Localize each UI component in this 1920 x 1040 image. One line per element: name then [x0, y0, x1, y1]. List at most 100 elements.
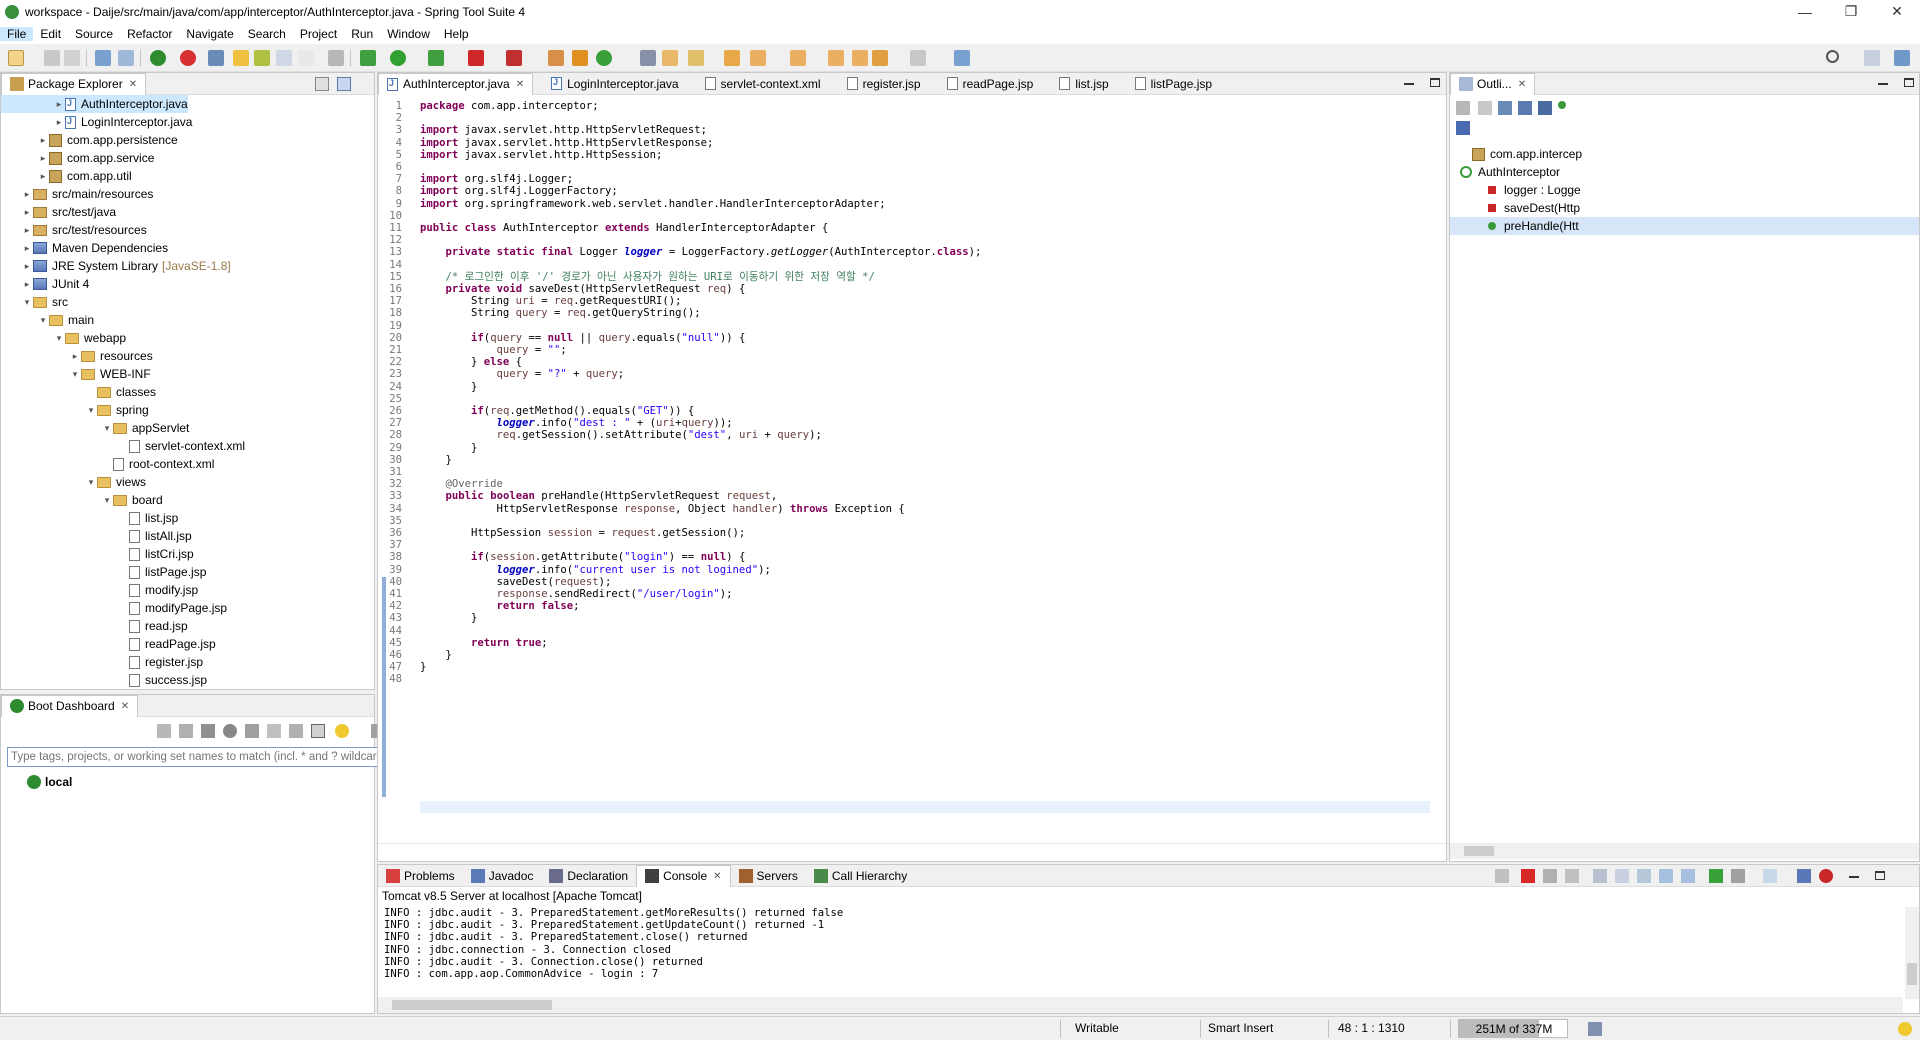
expanded-twisty-icon[interactable]: ▾ [53, 333, 65, 344]
editor-tab[interactable]: readPage.jsp [939, 73, 1042, 95]
maximize-view-icon[interactable] [1904, 78, 1914, 87]
forward-icon[interactable] [910, 50, 926, 66]
editor-tab[interactable]: LoginInterceptor.java [543, 73, 686, 95]
tree-item[interactable]: ▾ WEB-INF [1, 365, 151, 383]
link-with-editor-icon[interactable] [337, 77, 351, 91]
expanded-twisty-icon[interactable]: ▾ [85, 477, 97, 488]
outline-item[interactable]: preHandle(Htt [1450, 217, 1919, 235]
prev-annotation-icon[interactable] [790, 50, 806, 66]
coverage-icon[interactable] [428, 50, 444, 66]
tree-item[interactable]: ▸ JUnit 4 [1, 275, 90, 293]
tree-item[interactable]: root-context.xml [1, 455, 214, 473]
tree-item[interactable]: listAll.jsp [1, 527, 192, 545]
new-icon[interactable] [8, 50, 24, 66]
code-editor[interactable]: 1 2 3 4 5 6 7 8 9 10 11 12 13 14 15 16 17 18 19 20 21 22 23 24 2… [378, 95, 1446, 839]
new-server-icon[interactable] [548, 50, 564, 66]
console-output[interactable]: INFO : jdbc.audit - 3. PreparedStatement… [378, 907, 1903, 995]
collapsed-twisty-icon[interactable]: ▸ [21, 279, 33, 290]
collapsed-twisty-icon[interactable]: ▸ [21, 261, 33, 272]
menu-navigate[interactable]: Navigate [179, 27, 240, 41]
scrollbar-thumb[interactable] [1464, 846, 1494, 856]
open-console-icon[interactable] [245, 724, 259, 738]
search-file-icon[interactable] [688, 50, 704, 66]
outline-item[interactable]: AuthInterceptor [1450, 163, 1560, 181]
tree-item[interactable]: classes [1, 383, 156, 401]
view-menu-icon[interactable] [1797, 869, 1811, 883]
forward-edit-icon[interactable] [852, 50, 868, 66]
tree-item[interactable]: ▸ src/test/java [1, 203, 116, 221]
tab-servers[interactable]: Servers [731, 865, 806, 887]
restart-icon[interactable] [223, 724, 237, 738]
editor-vertical-scrollbar[interactable] [1430, 95, 1444, 839]
tab-javadoc[interactable]: Javadoc [463, 865, 542, 887]
tree-item[interactable]: ▸ resources [1, 347, 153, 365]
new-java-project-icon[interactable] [572, 50, 588, 66]
hide-nonpublic-icon[interactable] [1538, 101, 1552, 115]
open-type-hierarchy-icon[interactable] [640, 50, 656, 66]
open-task-icon[interactable] [662, 50, 678, 66]
search-tb-icon[interactable] [118, 50, 134, 66]
tree-item[interactable]: ▾ appServlet [1, 419, 190, 437]
save-icon[interactable] [44, 50, 60, 66]
editor-tab[interactable]: AuthInterceptor.java ✕ [378, 72, 534, 95]
open-perspective-icon[interactable] [1864, 50, 1880, 66]
next-annotation-icon[interactable] [750, 50, 766, 66]
show-stderr-icon[interactable] [1681, 869, 1695, 883]
collapsed-twisty-icon[interactable]: ▸ [53, 117, 65, 128]
collapse-all-icon[interactable] [315, 77, 329, 91]
maximize-button[interactable]: ❐ [1828, 0, 1874, 23]
minimize-view-icon[interactable] [1878, 83, 1888, 85]
menu-edit[interactable]: Edit [33, 27, 68, 41]
stop-icon[interactable] [468, 50, 484, 66]
open-console-icon[interactable] [1763, 869, 1777, 883]
external-tools-icon[interactable] [506, 50, 522, 66]
tree-item[interactable]: servlet-context.xml [1, 437, 245, 455]
sort-icon[interactable] [1478, 101, 1492, 115]
run-icon[interactable] [390, 50, 406, 66]
console-vertical-scrollbar[interactable] [1905, 907, 1919, 999]
menu-window[interactable]: Window [380, 27, 437, 41]
expanded-twisty-icon[interactable]: ▾ [37, 315, 49, 326]
tree-item[interactable]: ▾ spring [1, 401, 149, 419]
maximize-editor-icon[interactable] [1430, 78, 1440, 87]
word-wrap-icon[interactable] [1637, 869, 1651, 883]
block-selection-icon[interactable] [276, 50, 292, 66]
tree-item[interactable]: ▾ webapp [1, 329, 126, 347]
collapsed-twisty-icon[interactable]: ▸ [21, 243, 33, 254]
remove-launch-icon[interactable] [1543, 869, 1557, 883]
editor-tab[interactable]: list.jsp [1051, 73, 1116, 95]
tab-problems[interactable]: Problems [378, 865, 463, 887]
menu-refactor[interactable]: Refactor [120, 27, 179, 41]
terminate-icon[interactable] [1521, 869, 1535, 883]
tab-outline[interactable]: Outli... ✕ [1450, 72, 1536, 95]
tree-item[interactable]: ▸ Maven Dependencies [1, 239, 168, 257]
lightbulb-icon[interactable] [1898, 1022, 1912, 1036]
menu-source[interactable]: Source [68, 27, 120, 41]
debug-icon[interactable] [179, 724, 193, 738]
minimize-view-icon[interactable] [1849, 876, 1859, 878]
lightbulb-icon[interactable] [335, 724, 349, 738]
close-icon[interactable]: ✕ [129, 79, 137, 90]
tree-item[interactable]: modifyPage.jsp [1, 599, 227, 617]
tab-call-hierarchy[interactable]: Call Hierarchy [806, 865, 915, 887]
hide-static-icon[interactable] [1518, 101, 1532, 115]
maximize-view-icon[interactable] [1875, 871, 1885, 880]
focus-icon[interactable] [1456, 121, 1470, 135]
minimize-editor-icon[interactable] [1404, 83, 1414, 85]
console-icon[interactable] [1495, 869, 1509, 883]
close-icon[interactable]: ✕ [1518, 79, 1526, 90]
editor-tab[interactable]: listPage.jsp [1127, 73, 1220, 95]
tab-boot-dashboard[interactable]: Boot Dashboard ✕ [1, 694, 139, 717]
open-browser-icon[interactable] [267, 724, 281, 738]
search-icon[interactable] [1826, 50, 1839, 63]
tree-item[interactable]: ▾ board [1, 491, 163, 509]
menu-project[interactable]: Project [293, 27, 344, 41]
collapsed-twisty-icon[interactable]: ▸ [37, 135, 49, 146]
pin-console-icon[interactable] [1709, 869, 1723, 883]
tree-item[interactable]: ▸ src/test/resources [1, 221, 147, 239]
open-folder-icon[interactable] [724, 50, 740, 66]
collapse-all-icon[interactable] [1456, 101, 1470, 115]
console-horizontal-scrollbar[interactable] [378, 997, 1903, 1013]
tree-item[interactable]: readPage.jsp [1, 635, 216, 653]
collapsed-twisty-icon[interactable]: ▸ [21, 207, 33, 218]
